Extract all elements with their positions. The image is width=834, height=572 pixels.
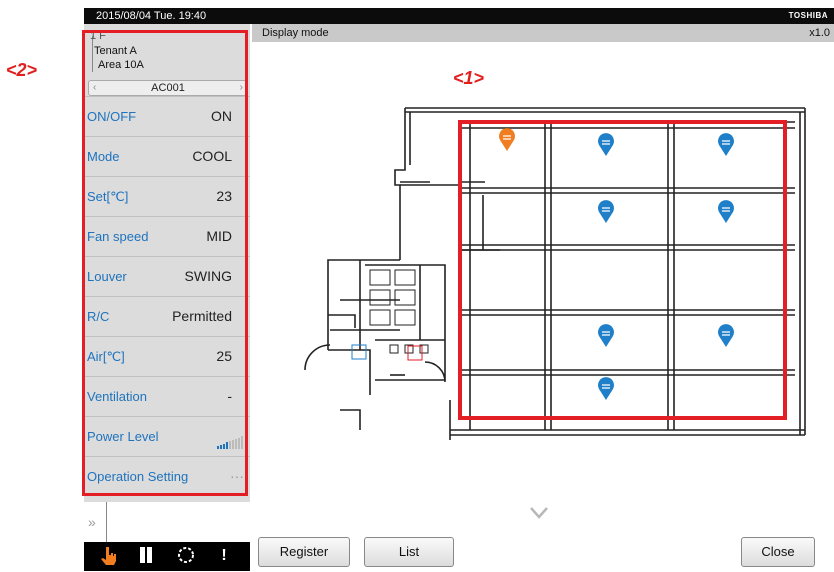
circle-dots-icon[interactable] (176, 546, 196, 566)
row-fan-speed[interactable]: Fan speed MID (84, 216, 250, 256)
display-mode-label: Display mode (262, 27, 329, 39)
tree-area[interactable]: Area 10A (98, 59, 144, 71)
row-ventilation[interactable]: Ventilation - (84, 376, 250, 416)
row-air-temp[interactable]: Air[℃] 25 (84, 336, 250, 376)
ac-unit-pin-icon (598, 133, 614, 156)
ac-unit-pin-icon (718, 324, 734, 347)
expand-chevron-icon[interactable]: » (88, 514, 96, 530)
exclamation-icon[interactable]: ! (214, 546, 234, 566)
power-level-bar (229, 441, 231, 449)
row-key: Set[℃] (87, 189, 129, 204)
row-value: SWING (184, 268, 232, 284)
row-value: COOL (192, 148, 232, 164)
ac-unit-pin-icon (499, 128, 515, 151)
unit-ac001[interactable] (497, 128, 517, 152)
list-button[interactable]: List (364, 537, 454, 567)
power-level-bar (232, 440, 234, 449)
row-key: Operation Setting (87, 469, 189, 484)
ac-unit-pin-icon (718, 200, 734, 223)
scroll-down-chevron-icon[interactable] (529, 506, 549, 525)
unit-ac006[interactable] (596, 324, 616, 348)
unit-ac004[interactable] (596, 200, 616, 224)
zoom-level[interactable]: x1.0 (809, 24, 830, 42)
row-value: MID (206, 228, 232, 244)
datetime-text: 2015/08/04 Tue. 19:40 (96, 10, 207, 22)
ac-selector-value: AC001 (151, 82, 185, 94)
row-key: Air[℃] (87, 349, 125, 364)
unit-ac007[interactable] (716, 324, 736, 348)
power-level-bar (238, 437, 240, 449)
top-status-bar: 2015/08/04 Tue. 19:40 TOSHIBA (84, 8, 834, 24)
callout-label-2: <2> (6, 60, 38, 80)
next-arrow-icon[interactable]: › (240, 81, 243, 95)
door-icon[interactable] (136, 546, 156, 566)
row-key: Louver (87, 269, 127, 284)
row-louver[interactable]: Louver SWING (84, 256, 250, 296)
divider (106, 502, 107, 542)
ac-unit-pin-icon (598, 324, 614, 347)
hand-pointer-icon[interactable] (98, 546, 118, 566)
floor-plan-walls (304, 107, 806, 440)
ac-unit-pin-icon (718, 133, 734, 156)
ac-unit-pin-icon (598, 200, 614, 223)
brand-logo: TOSHIBA (788, 11, 828, 20)
row-key: R/C (87, 309, 110, 324)
ac-selector[interactable]: ‹ AC001 › (88, 80, 248, 96)
power-level-bar (235, 438, 237, 449)
row-value: - (227, 388, 232, 404)
row-power-level[interactable]: Power Level (84, 416, 250, 456)
row-key: Fan speed (87, 229, 149, 244)
row-on-off[interactable]: ON/OFF ON (84, 96, 250, 136)
row-value: ··· (230, 468, 244, 484)
row-key: Mode (87, 149, 120, 164)
register-button[interactable]: Register (258, 537, 350, 567)
panel-footer: » (84, 502, 250, 543)
tree-tenant[interactable]: Tenant A (94, 45, 137, 57)
tool-icon-bar: ! (84, 542, 250, 571)
row-key: ON/OFF (87, 109, 137, 124)
power-level-bar (226, 442, 228, 449)
unit-ac002[interactable] (596, 133, 616, 157)
row-key: Power Level (87, 429, 159, 444)
power-level-bar (217, 446, 219, 449)
close-button[interactable]: Close (741, 537, 815, 567)
prev-arrow-icon[interactable]: ‹ (93, 81, 96, 95)
row-rc[interactable]: R/C Permitted (84, 296, 250, 336)
row-operation-setting[interactable]: Operation Setting ··· (84, 456, 250, 502)
row-key: Ventilation (87, 389, 147, 404)
callout-label-1: <1> (453, 68, 485, 88)
row-set-temp[interactable]: Set[℃] 23 (84, 176, 250, 216)
power-level-bars (217, 431, 244, 449)
unit-ac005[interactable] (716, 200, 736, 224)
row-value: ON (211, 108, 232, 124)
unit-detail-panel: 1 F Tenant A Area 10A ‹ AC001 › ON/OFF O… (84, 24, 250, 502)
power-level-bar (223, 443, 225, 449)
tree-floor[interactable]: 1 F (90, 30, 106, 42)
ac-unit-pin-icon (598, 377, 614, 400)
display-mode-bar: Display mode x1.0 (252, 24, 834, 42)
row-value: 25 (216, 348, 232, 364)
fixtures (351, 269, 429, 361)
row-value: Permitted (172, 308, 232, 324)
row-mode[interactable]: Mode COOL (84, 136, 250, 176)
power-level-bar (241, 436, 243, 449)
unit-ac003[interactable] (716, 133, 736, 157)
unit-ac008[interactable] (596, 377, 616, 401)
power-level-bar (220, 444, 222, 449)
row-value: 23 (216, 188, 232, 204)
